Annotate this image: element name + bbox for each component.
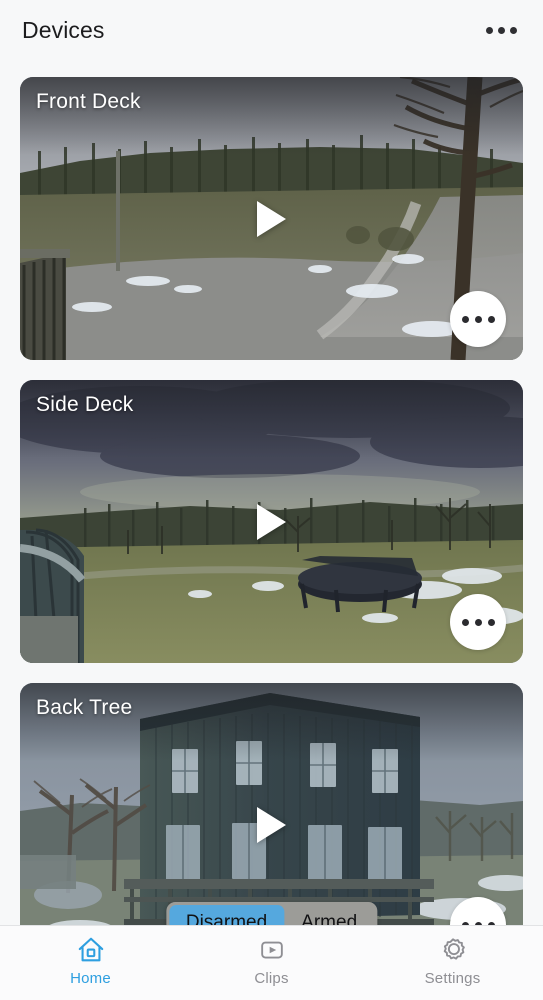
device-options-button[interactable] [450,594,506,650]
play-button[interactable] [250,197,294,241]
device-options-button[interactable] [450,291,506,347]
more-horizontal-icon-dot [461,618,469,626]
app-root: Devices Front Deck Side Deck Back Tree D… [0,0,543,1000]
tab-settings-label: Settings [424,970,481,987]
device-card-back-tree[interactable]: Back Tree Disarmed Armed [20,683,523,925]
more-horizontal-icon-dot [487,315,495,323]
tab-clips-label: Clips [254,970,289,987]
more-horizontal-icon-dot [487,618,495,626]
segment-disarmed[interactable]: Disarmed [168,905,285,925]
app-header: Devices [0,0,543,60]
more-horizontal-icon-dot [474,315,482,323]
play-icon [257,200,286,237]
more-horizontal-icon-dot [498,26,505,34]
camera-name-label: Front Deck [36,90,141,113]
play-button[interactable] [250,500,294,544]
tab-clips[interactable]: Clips [181,926,362,987]
more-horizontal-icon-dot [461,315,469,323]
home-icon [78,937,103,962]
more-horizontal-icon-dot [510,26,517,34]
more-horizontal-icon-dot [486,26,493,34]
tab-home-label: Home [70,970,111,987]
play-icon [257,806,286,843]
settings-gear-icon [443,938,465,960]
device-list[interactable]: Front Deck Side Deck Back Tree Disarmed … [0,52,543,925]
header-overflow-menu-button[interactable] [482,19,521,42]
camera-name-label: Back Tree [36,696,133,719]
arm-state-segmented-control[interactable]: Disarmed Armed [165,902,378,925]
tab-settings[interactable]: Settings [362,926,543,987]
more-horizontal-icon-dot [474,618,482,626]
play-button[interactable] [250,803,294,847]
page-title: Devices [22,16,105,43]
play-icon [257,503,286,540]
camera-name-label: Side Deck [36,393,134,416]
device-card-side-deck[interactable]: Side Deck [20,380,523,663]
clips-icon [260,941,283,959]
tab-home[interactable]: Home [0,926,181,987]
device-card-front-deck[interactable]: Front Deck [20,77,523,360]
bottom-tab-bar: Home Clips Settings [0,925,543,1000]
segment-armed[interactable]: Armed [284,905,374,925]
